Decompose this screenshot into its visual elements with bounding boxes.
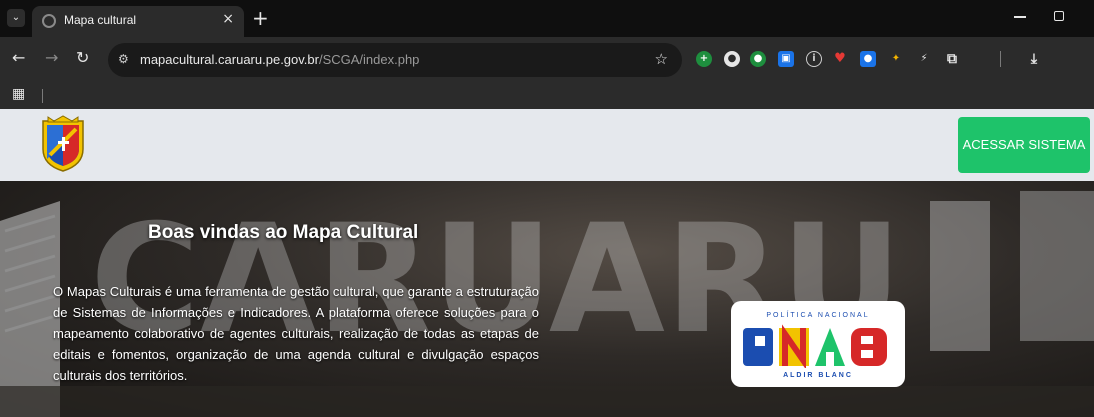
star-icon[interactable]: ☆ <box>655 50 668 68</box>
extension-heart-icon[interactable]: ♥ <box>832 51 848 67</box>
pnab-top-text: POLÍTICA NACIONAL <box>766 312 870 319</box>
url-path: /SCGA/index.php <box>318 52 420 67</box>
url-host: mapacultural.caruaru.pe.gov.br <box>140 52 319 67</box>
pnab-bottom-text: ALDIR BLANC <box>783 372 853 379</box>
bookmarks-divider <box>42 89 43 103</box>
reload-icon[interactable]: ↻ <box>76 48 89 67</box>
welcome-description: O Mapas Culturais é uma ferramenta de ge… <box>53 284 539 383</box>
new-tab-button[interactable]: + <box>252 6 269 30</box>
site-info-icon[interactable]: ⚙ <box>118 52 129 66</box>
address-bar[interactable]: ⚙ mapacultural.caruaru.pe.gov.br/SCGA/in… <box>108 43 682 77</box>
bookmarks-bar: ▦ <box>0 83 1094 109</box>
site-header: ACESSAR SISTEMA <box>0 109 1094 181</box>
browser-toolbar: ← → ↻ ⚙ mapacultural.caruaru.pe.gov.br/S… <box>0 37 1094 83</box>
extensions-icon[interactable]: ⧉ <box>944 51 960 67</box>
forward-icon[interactable]: → <box>45 48 58 67</box>
tab-close-icon[interactable]: × <box>222 11 234 27</box>
pnab-logo: POLÍTICA NACIONAL ALDIR BLANC <box>731 301 905 387</box>
minimize-icon[interactable] <box>1014 16 1026 18</box>
tab-strip: ⌄ Mapa cultural × + <box>0 0 1094 37</box>
maximize-icon[interactable] <box>1054 11 1064 21</box>
hero-section: CARUARU Boas vindas ao Mapa Cultural O M… <box>0 181 1094 417</box>
browser-tab[interactable]: Mapa cultural × <box>32 6 244 37</box>
toolbar-divider <box>1000 51 1001 67</box>
globe-icon <box>42 14 56 28</box>
tab-title: Mapa cultural <box>64 13 137 27</box>
extension-green-icon[interactable]: ● <box>750 51 766 67</box>
extension-circle-icon[interactable]: ● <box>724 51 740 67</box>
extension-person-icon[interactable]: ● <box>860 51 876 67</box>
access-system-button[interactable]: ACESSAR SISTEMA <box>958 117 1090 173</box>
tab-search-icon[interactable]: ⌄ <box>7 9 25 27</box>
extension-plus-icon[interactable]: + <box>696 51 712 67</box>
pnab-wordmark <box>743 324 887 368</box>
back-icon[interactable]: ← <box>12 48 25 67</box>
caruaru-crest-logo[interactable] <box>40 115 86 173</box>
extension-slash-icon[interactable]: ⚡ <box>916 51 932 67</box>
apps-icon[interactable]: ▦ <box>12 86 25 102</box>
url-text[interactable]: mapacultural.caruaru.pe.gov.br/SCGA/inde… <box>140 52 419 67</box>
welcome-title: Boas vindas ao Mapa Cultural <box>148 222 419 243</box>
download-icon[interactable]: ⤓ <box>1026 51 1042 67</box>
extension-info-icon[interactable]: i <box>806 51 822 67</box>
extension-blue-icon[interactable]: ▣ <box>778 51 794 67</box>
extension-puzzle-color-icon[interactable]: ✦ <box>888 51 904 67</box>
